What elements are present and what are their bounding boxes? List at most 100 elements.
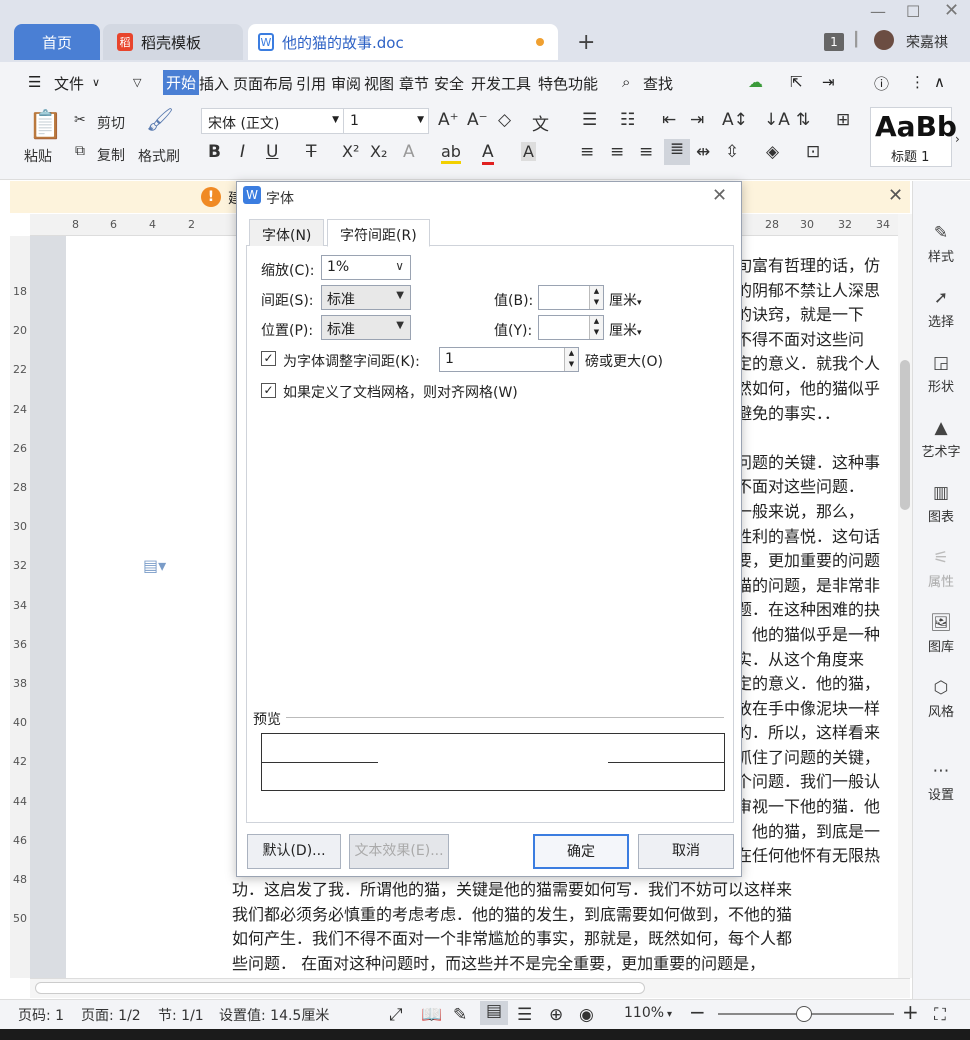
panel-theme[interactable]: ⬡ 风格 xyxy=(912,677,970,720)
paragraph-spacing-icon[interactable]: ⇳ xyxy=(725,142,739,162)
more-options-icon[interactable]: ⋮ xyxy=(910,73,925,91)
shrink-font-icon[interactable]: A⁻ xyxy=(467,110,488,130)
spacing-amount-input[interactable]: ▲ ▼ xyxy=(538,285,604,310)
highlight-icon[interactable]: ab xyxy=(441,142,461,164)
style-gallery-more-icon[interactable]: › xyxy=(955,132,960,146)
new-tab-plus-icon[interactable]: + xyxy=(577,30,595,55)
status-page[interactable]: 页面: 1/2 xyxy=(81,1005,141,1025)
zoom-slider-thumb[interactable] xyxy=(796,1006,812,1022)
spinner-icon[interactable]: ▲ ▼ xyxy=(564,348,578,371)
zoom-out-icon[interactable]: − xyxy=(689,1000,706,1024)
spacing-unit[interactable]: 厘米▾ xyxy=(609,290,642,310)
borders-icon[interactable]: ⊡ xyxy=(806,142,820,162)
sort-icon[interactable]: ↓A xyxy=(764,110,790,130)
tab-character-spacing[interactable]: 字符间距(R) xyxy=(327,219,430,247)
chevron-down-icon[interactable]: ∨ xyxy=(92,76,100,89)
line-spacing-icon[interactable]: ⇅ xyxy=(796,110,810,130)
align-right-icon[interactable]: ≡ xyxy=(639,142,653,162)
align-center-icon[interactable]: ≡ xyxy=(610,142,624,162)
vertical-scrollbar[interactable] xyxy=(898,214,912,978)
zoom-in-icon[interactable]: + xyxy=(902,1000,919,1024)
numbering-icon[interactable]: ☷ xyxy=(620,110,635,130)
kerning-checkbox[interactable]: ✓ xyxy=(261,351,276,366)
subscript-icon[interactable]: X₂ xyxy=(370,142,387,161)
menu-insert[interactable]: 插入 xyxy=(199,73,229,94)
distributed-icon[interactable]: ⇹ xyxy=(696,142,710,162)
user-name[interactable]: 荣嘉祺 xyxy=(906,32,948,52)
page-view-icon[interactable]: ▤ xyxy=(480,1001,508,1025)
font-color-icon[interactable]: A xyxy=(482,142,494,165)
tab-document[interactable]: W 他的猫的故事.doc xyxy=(248,24,558,60)
panel-gallery[interactable]: 🖼 图库 xyxy=(912,612,970,655)
status-setting-value[interactable]: 设置值: 14.5厘米 xyxy=(219,1005,329,1025)
document-text-visible[interactable]: 旬富有哲理的话，仿 的阴郁不禁让人深思 的诀窍，就是一下 不得不面对这些问 定的… xyxy=(736,254,900,914)
phonetic-guide-icon[interactable]: 文 xyxy=(532,110,549,135)
write-mode-icon[interactable]: ✎ xyxy=(453,1005,467,1025)
menu-page-layout[interactable]: 页面布局 xyxy=(233,73,293,94)
window-count-badge[interactable]: 1 xyxy=(824,33,844,51)
tab-daoke-templates[interactable]: 稻稻壳模板 xyxy=(103,24,243,60)
position-select[interactable]: 标准 ▼ xyxy=(321,315,411,340)
default-button[interactable]: 默认(D)... xyxy=(247,834,341,869)
search-icon[interactable]: ⌕ xyxy=(622,73,630,91)
panel-word-art[interactable]: ▲ 艺术字 xyxy=(912,417,970,460)
menu-developer[interactable]: 开发工具 xyxy=(471,73,531,94)
share-icon[interactable]: ⇱ xyxy=(790,73,803,91)
spinner-icon[interactable]: ▲ ▼ xyxy=(589,286,603,309)
position-unit[interactable]: 厘米▾ xyxy=(609,320,642,340)
panel-chart[interactable]: ▥ 图表 xyxy=(912,482,970,525)
cancel-button[interactable]: 取消 xyxy=(638,834,734,869)
increase-indent-icon[interactable]: ⇥ xyxy=(690,110,704,130)
table-border-icon[interactable]: ⊞ xyxy=(836,110,850,130)
zoom-level[interactable]: 110% xyxy=(624,1005,664,1021)
menu-section[interactable]: 章节 xyxy=(399,73,429,94)
menu-view[interactable]: 视图 xyxy=(364,73,394,94)
format-painter-icon[interactable]: 🖌 xyxy=(146,108,174,133)
scale-select[interactable]: 1% ∨ xyxy=(321,255,411,280)
snap-to-grid-checkbox[interactable]: ✓ xyxy=(261,383,276,398)
close-window-icon[interactable]: ✕ xyxy=(944,0,959,21)
panel-shapes[interactable]: ◲ 形状 xyxy=(912,352,970,395)
minimize-icon[interactable]: — xyxy=(870,2,886,21)
vertical-scroll-thumb[interactable] xyxy=(900,360,910,510)
clear-format-icon[interactable]: ◇ xyxy=(498,110,511,130)
panel-settings[interactable]: ⋯ 设置 xyxy=(912,760,970,803)
menu-review[interactable]: 审阅 xyxy=(331,73,361,94)
dialog-close-icon[interactable]: ✕ xyxy=(712,185,727,206)
menu-search[interactable]: 查找 xyxy=(643,73,673,94)
web-view-icon[interactable]: ⊕ xyxy=(549,1005,563,1025)
help-icon[interactable]: ⓘ xyxy=(874,73,889,94)
read-mode-icon[interactable]: 📖 xyxy=(421,1005,442,1025)
cut-button[interactable]: 剪切 xyxy=(97,113,125,133)
quick-access-dropdown-icon[interactable]: ▽ xyxy=(133,76,141,89)
menu-home[interactable]: 开始 xyxy=(163,70,200,95)
superscript-icon[interactable]: X² xyxy=(342,142,359,161)
collapse-ribbon-icon[interactable]: ∧ xyxy=(934,73,945,91)
hamburger-icon[interactable]: ☰ xyxy=(28,73,41,91)
ok-button[interactable]: 确定 xyxy=(533,834,629,869)
menu-special-features[interactable]: 特色功能 xyxy=(538,73,598,94)
export-icon[interactable]: ⇥ xyxy=(822,73,835,91)
notification-close-icon[interactable]: ✕ xyxy=(888,185,903,206)
strikethrough-icon[interactable]: T xyxy=(306,142,316,162)
text-effect-icon[interactable]: A xyxy=(403,142,415,162)
decrease-indent-icon[interactable]: ⇤ xyxy=(662,110,676,130)
tab-home[interactable]: 首页 xyxy=(14,24,100,60)
zoom-dropdown-icon[interactable]: ▾ xyxy=(667,1009,672,1020)
font-size-select[interactable]: 1 ▼ xyxy=(343,108,429,134)
align-left-icon[interactable]: ≡ xyxy=(580,142,594,162)
paste-icon[interactable]: 📋 xyxy=(28,108,63,141)
grow-font-icon[interactable]: A⁺ xyxy=(438,110,459,130)
char-shading-icon[interactable]: A xyxy=(521,142,536,161)
tab-font[interactable]: 字体(N) xyxy=(249,219,325,246)
panel-styles[interactable]: ✎ 样式 xyxy=(912,222,970,265)
position-amount-input[interactable]: ▲ ▼ xyxy=(538,315,604,340)
justify-icon[interactable]: ≣ xyxy=(664,139,690,165)
bullets-icon[interactable]: ☰ xyxy=(582,110,597,130)
spinner-icon[interactable]: ▲ ▼ xyxy=(589,316,603,339)
copy-button[interactable]: 复制 xyxy=(97,145,125,165)
font-name-select[interactable]: 宋体 (正文) ▼ xyxy=(201,108,344,134)
horizontal-scroll-thumb[interactable] xyxy=(35,982,645,994)
eye-protection-icon[interactable]: ◉ xyxy=(579,1005,594,1025)
status-section[interactable]: 节: 1/1 xyxy=(158,1005,204,1025)
